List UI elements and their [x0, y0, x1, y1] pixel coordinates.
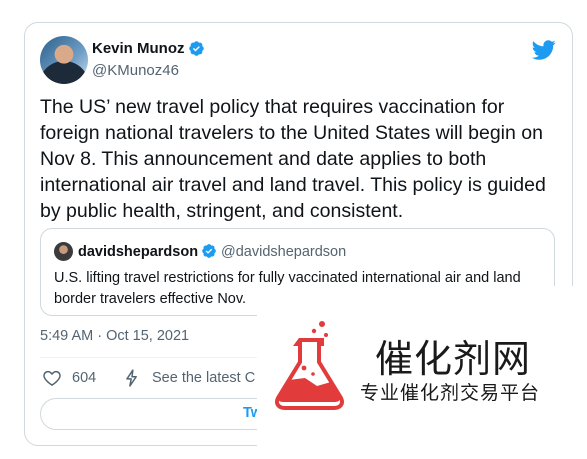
author-name[interactable]: Kevin Munoz — [92, 40, 185, 57]
twitter-bird-icon[interactable] — [532, 38, 556, 62]
quoted-author-name: davidshepardson — [78, 244, 199, 260]
watermark-subtitle: 专业催化剂交易平台 — [360, 382, 541, 404]
tweet-text: The US’ new travel policy that requires … — [40, 96, 546, 222]
see-latest-link[interactable]: See the latest C — [152, 370, 255, 386]
tweet-timestamp[interactable]: 5:49 AM · Oct 15, 2021 — [40, 328, 189, 344]
author-handle[interactable]: @KMunoz46 — [92, 62, 179, 79]
heart-icon[interactable] — [42, 368, 62, 388]
lightning-icon[interactable] — [122, 368, 142, 388]
quoted-author-avatar — [54, 242, 73, 261]
like-count[interactable]: 604 — [72, 370, 96, 386]
flask-logo-icon — [274, 321, 345, 410]
verified-badge-icon — [189, 41, 204, 56]
watermark-title: 催化剂网 — [375, 337, 532, 381]
author-avatar[interactable] — [40, 36, 88, 84]
verified-badge-icon — [202, 244, 216, 258]
quoted-author-handle: @davidshepardson — [221, 244, 347, 260]
